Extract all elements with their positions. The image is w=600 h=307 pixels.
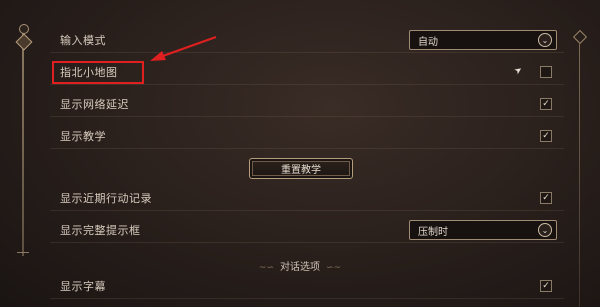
flourish-right-icon: ∽~ (326, 263, 342, 273)
scrollbar-track[interactable] (22, 26, 24, 256)
setting-row-recent-actions: 显示近期行动记录 ✓ (50, 186, 564, 211)
recent-actions-checkbox[interactable]: ✓ (540, 192, 552, 204)
setting-row-input-mode: 输入模式 自动 ⌄ (50, 28, 564, 53)
setting-row-full-tooltip: 显示完整提示框 压制时 ⌄ (50, 218, 564, 243)
setting-row-subtitles: 显示字幕 ✓ (50, 274, 564, 299)
reset-tutorial-button[interactable]: 重置教学 (249, 158, 353, 179)
subtitles-checkbox[interactable]: ✓ (540, 280, 552, 292)
flourish-left-icon: ~∽ (258, 263, 274, 273)
full-tooltip-dropdown[interactable]: 压制时 ⌄ (409, 220, 557, 240)
section-title-dialogue: ~∽ 对话选项 ∽~ (0, 258, 600, 273)
setting-label: 显示近期行动记录 (60, 192, 152, 205)
scrollbar-top-cap (19, 24, 29, 34)
annotation-highlight-box (52, 61, 144, 84)
chevron-down-icon[interactable]: ⌄ (538, 33, 552, 47)
setting-label: 显示教学 (60, 130, 106, 143)
setting-label: 显示字幕 (60, 280, 106, 293)
input-mode-dropdown[interactable]: 自动 ⌄ (409, 30, 557, 50)
chevron-down-icon[interactable]: ⌄ (538, 223, 552, 237)
setting-row-network-latency: 显示网络延迟 ✓ (50, 92, 564, 117)
compass-minimap-checkbox[interactable] (540, 66, 552, 78)
ornament-tip (572, 29, 588, 45)
section-title-text: 对话选项 (280, 262, 320, 273)
tutorials-checkbox[interactable]: ✓ (540, 130, 552, 142)
scrollbar-bottom-cap (17, 252, 29, 257)
dropdown-value: 自动 (418, 36, 438, 48)
dropdown-value: 压制时 (418, 226, 448, 238)
setting-label: 显示完整提示框 (60, 224, 141, 237)
setting-label: 显示网络延迟 (60, 98, 129, 111)
setting-row-tutorials: 显示教学 ✓ (50, 124, 564, 149)
network-latency-checkbox[interactable]: ✓ (540, 98, 552, 110)
setting-label: 输入模式 (60, 34, 106, 47)
scrollbar-thumb[interactable] (15, 33, 33, 51)
